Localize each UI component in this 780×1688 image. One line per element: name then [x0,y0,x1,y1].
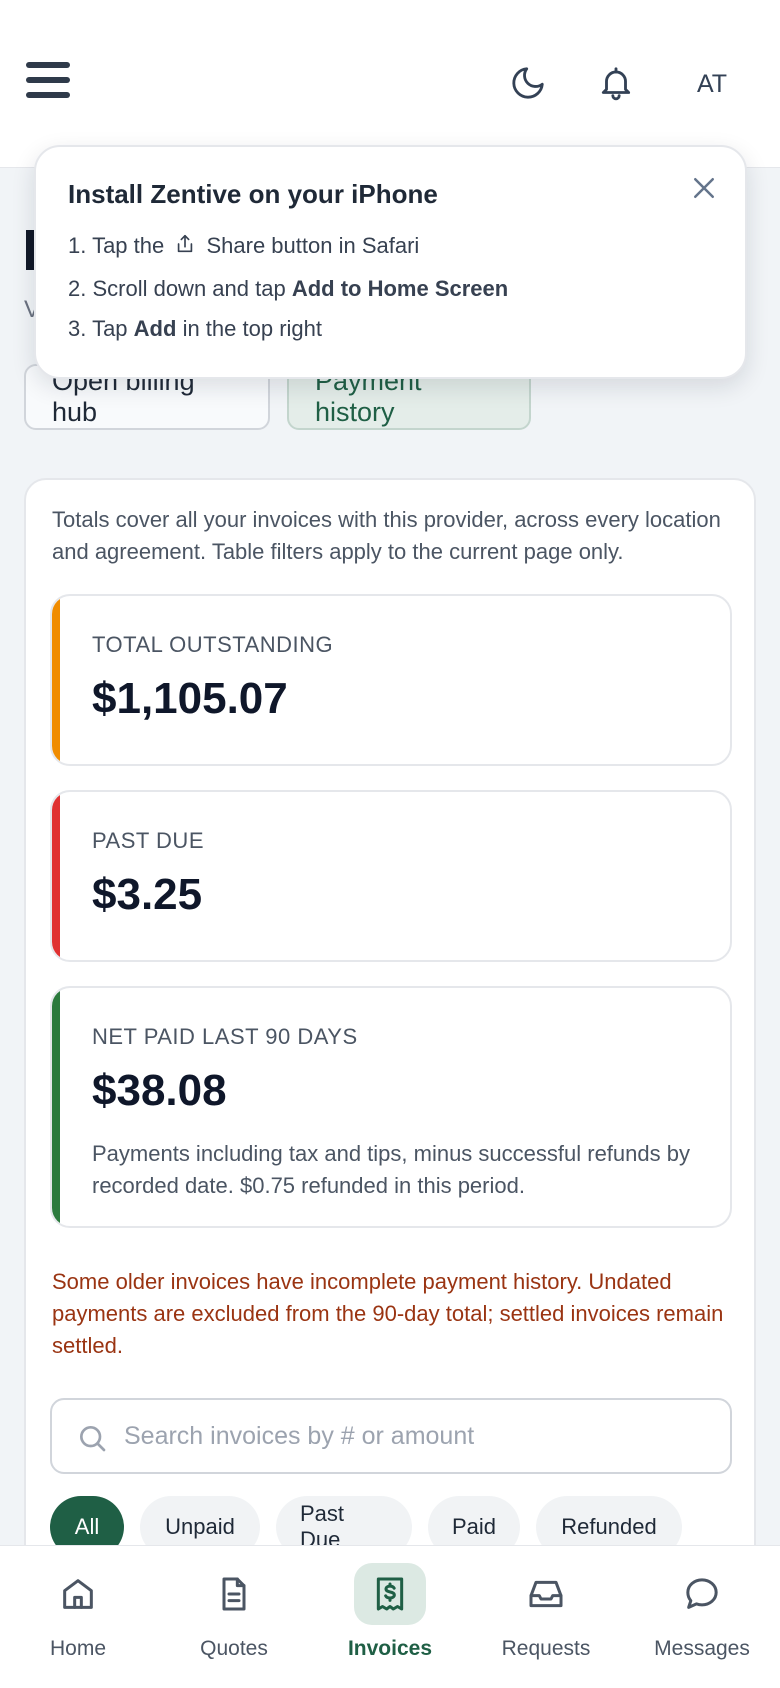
install-prompt-title: Install Zentive on your iPhone [68,179,438,209]
total-outstanding-card: TOTAL OUTSTANDING $1,105.07 [50,594,732,766]
net-paid-description: Payments including tax and tips, minus s… [92,1141,690,1198]
bell-icon[interactable] [591,58,641,108]
nav-messages[interactable]: Messages [627,1546,777,1688]
nav-home-label: Home [49,1637,107,1660]
past-due-card: PAST DUE $3.25 [50,790,732,962]
net-paid-card: NET PAID LAST 90 DAYS $38.08 Payments in… [50,986,732,1228]
past-due-accent-bar [52,792,60,960]
top-header: AT [0,0,780,168]
home-icon [42,1563,114,1625]
nav-messages-label: Messages [654,1637,750,1660]
bottom-nav: Home Quotes Invoices Requests Messages [0,1545,780,1688]
install-step-1: 1. Tap the Share button in Safari [68,226,713,269]
net-paid-accent-bar [52,988,60,1226]
receipt-icon [354,1563,426,1625]
page-title [26,230,34,270]
install-step-2: 2. Scroll down and tap Add to Home Scree… [68,276,509,301]
nav-quotes-label: Quotes [200,1637,268,1660]
incomplete-history-warning: Some older invoices have incomplete paym… [52,1269,724,1358]
net-paid-value: $38.08 [92,1066,227,1115]
nav-requests[interactable]: Requests [471,1546,621,1688]
install-steps: 1. Tap the Share button in Safari 2. Scr… [68,226,713,349]
share-icon [174,229,196,269]
nav-invoices[interactable]: Invoices [315,1546,465,1688]
moon-icon[interactable] [503,58,553,108]
outstanding-accent-bar [52,596,60,764]
past-due-label: PAST DUE [92,828,204,853]
hamburger-icon[interactable] [26,62,70,104]
close-icon[interactable] [689,173,719,203]
nav-home[interactable]: Home [3,1546,153,1688]
avatar[interactable]: AT [686,62,738,106]
past-due-value: $3.25 [92,870,203,919]
search-icon [80,1426,106,1452]
inbox-icon [510,1563,582,1625]
nav-requests-label: Requests [501,1637,591,1660]
outstanding-label: TOTAL OUTSTANDING [92,632,334,657]
net-paid-label: NET PAID LAST 90 DAYS [92,1024,358,1049]
nav-quotes[interactable]: Quotes [159,1546,309,1688]
search-input[interactable] [124,1414,714,1458]
nav-invoices-label: Invoices [347,1637,433,1660]
invoice-search [50,1398,732,1474]
invoice-summary-card: Totals cover all your invoices with this… [24,478,756,1688]
install-prompt: Install Zentive on your iPhone 1. Tap th… [34,145,747,379]
totals-note: Totals cover all your invoices with this… [52,507,721,564]
outstanding-value: $1,105.07 [92,674,288,723]
install-step-3: 3. Tap Add in the top right [68,316,322,341]
chat-icon [666,1563,738,1625]
document-icon [198,1563,270,1625]
